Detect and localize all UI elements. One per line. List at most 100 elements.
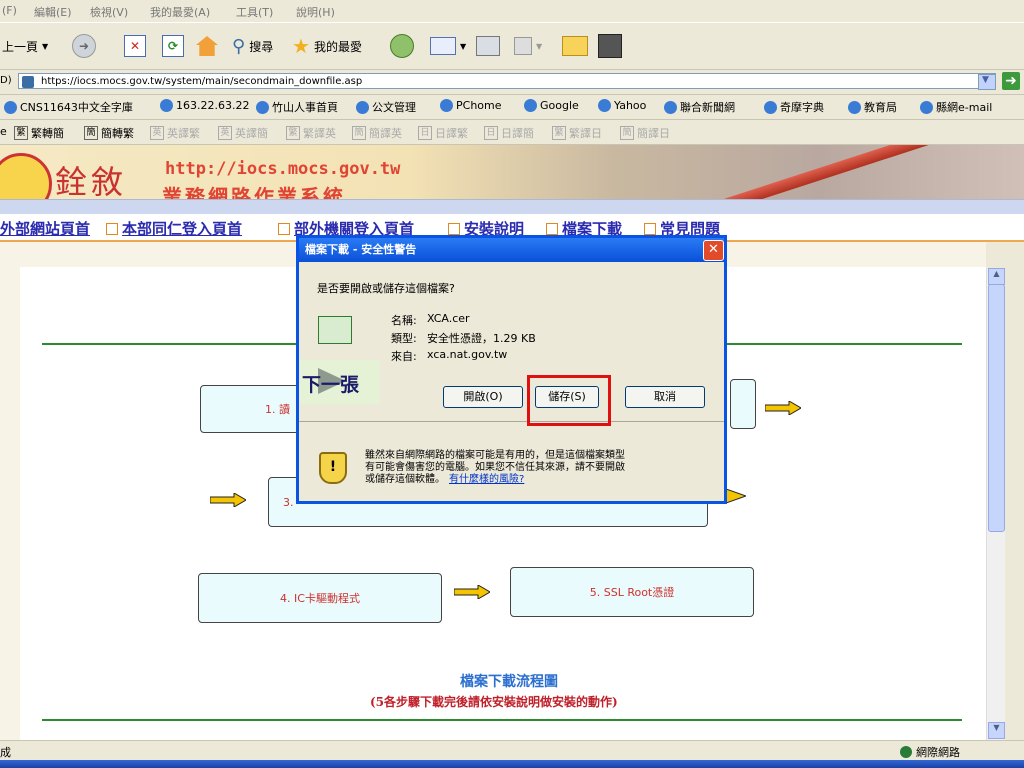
go-button[interactable]: ➜ <box>1002 72 1020 90</box>
translate-simp-to-jp[interactable]: 簡簡譯日 <box>620 125 670 141</box>
research-button[interactable] <box>598 33 622 59</box>
menu-edit[interactable]: 編輯(E) <box>34 4 72 20</box>
flow-subtitle: (5各步驟下載完後請依安裝說明做安裝的動作) <box>370 695 618 709</box>
address-bar: D) https://iocs.mocs.gov.tw/system/main/… <box>0 70 1024 95</box>
forward-button[interactable]: ➜ <box>72 33 96 59</box>
mail-button[interactable]: ▼ <box>430 33 466 59</box>
link-yahoo[interactable]: Yahoo <box>598 99 646 112</box>
globe-icon <box>900 746 912 758</box>
translate-jp-to-trad[interactable]: 日日譯繁 <box>418 125 468 141</box>
translate-trad-to-en[interactable]: 繁繁譯英 <box>286 125 336 141</box>
link-dictionary[interactable]: 奇摩字典 <box>764 99 824 115</box>
scroll-up-icon[interactable]: ▲ <box>988 268 1005 285</box>
link-zhushan[interactable]: 竹山人事首頁 <box>256 99 338 115</box>
flow-arrow-right <box>764 400 802 416</box>
history-button[interactable] <box>390 33 414 59</box>
link-pchome[interactable]: PChome <box>440 99 502 112</box>
search-label: 搜尋 <box>249 39 274 54</box>
link-label: 公文管理 <box>372 101 416 114</box>
history-icon <box>390 34 414 58</box>
translate-label: 日譯繁 <box>435 127 468 140</box>
stop-button[interactable]: ✕ <box>124 33 146 59</box>
flow-step-4[interactable]: 4. IC卡驅動程式 <box>198 573 442 623</box>
ie-page-icon <box>598 99 611 112</box>
translate-en-to-trad[interactable]: 英英譯繁 <box>150 125 200 141</box>
menu-favorites[interactable]: 我的最愛(A) <box>150 4 210 20</box>
folder-icon <box>562 36 588 56</box>
favorites-button[interactable]: ★ 我的最愛 <box>292 33 362 59</box>
menu-view[interactable]: 檢視(V) <box>90 4 128 20</box>
flow-arrow-right <box>453 584 491 600</box>
taskbar <box>0 760 1024 768</box>
close-icon: ✕ <box>708 242 719 257</box>
translate-label: 簡譯英 <box>369 127 402 140</box>
translate-trad-to-jp[interactable]: 繁繁譯日 <box>552 125 602 141</box>
dialog-title: 檔案下載 - 安全性警告 <box>299 238 724 262</box>
menu-help[interactable]: 說明(H) <box>296 4 335 20</box>
risk-link[interactable]: 有什麼樣的風險? <box>449 470 524 485</box>
print-icon <box>476 36 500 56</box>
ie-page-icon <box>524 99 537 112</box>
ie-page-icon <box>764 100 777 114</box>
link-cns[interactable]: CNS11643中文全字庫 <box>4 99 133 115</box>
flow-arrow-right <box>209 492 247 508</box>
link-county-mail[interactable]: 縣網e-mail <box>920 99 992 115</box>
refresh-button[interactable]: ⟳ <box>162 33 184 59</box>
open-button[interactable]: 開啟(O) <box>443 386 523 408</box>
translate-jp-to-simp[interactable]: 日日譯簡 <box>484 125 534 141</box>
translate-simp-to-trad[interactable]: 簡簡轉繁 <box>84 125 134 141</box>
nav-external-home[interactable]: 外部網站頁首 <box>0 218 90 239</box>
edit-button[interactable]: ▼ <box>514 33 542 59</box>
back-button[interactable]: 上一頁 ▼ <box>2 33 48 59</box>
site-logo <box>0 153 52 203</box>
translate-icon: 日 <box>484 126 498 140</box>
link-ip[interactable]: 163.22.63.22 <box>160 99 249 112</box>
favorites-label: 我的最愛 <box>313 39 362 54</box>
flow-arrow-right <box>725 488 762 504</box>
nav-bullet-icon <box>644 223 656 235</box>
link-label: PChome <box>456 99 502 112</box>
link-google[interactable]: Google <box>524 99 579 112</box>
link-label: 縣網e-mail <box>936 101 993 114</box>
banner-title: 銓敘 <box>55 163 128 201</box>
translate-label: 繁譯日 <box>569 127 602 140</box>
link-udn[interactable]: 聯合新聞網 <box>664 99 735 115</box>
translate-simp-to-en[interactable]: 簡簡譯英 <box>352 125 402 141</box>
scroll-thumb[interactable] <box>988 284 1005 532</box>
cancel-button[interactable]: 取消 <box>625 386 705 408</box>
warning-line-3-text: 或儲存這個軟體。 <box>365 474 445 485</box>
name-value: XCA.cer <box>427 312 470 325</box>
menu-file[interactable]: (F) <box>2 4 17 17</box>
print-button[interactable] <box>476 33 500 59</box>
edit-icon <box>514 37 532 55</box>
flow-step-1[interactable]: 1. 讀 <box>200 385 310 433</box>
link-label: 教育局 <box>864 101 897 114</box>
ie-page-icon <box>440 99 453 112</box>
status-zone: 網際網路 <box>900 744 960 760</box>
next-slide-button[interactable]: 下一張 <box>300 360 380 404</box>
folder-button[interactable] <box>562 33 588 59</box>
address-input[interactable]: https://iocs.mocs.gov.tw/system/main/sec… <box>18 73 996 89</box>
translate-label: 繁轉簡 <box>31 127 64 140</box>
link-education[interactable]: 教育局 <box>848 99 897 115</box>
translate-icon: 繁 <box>552 126 566 140</box>
go-arrow-icon: ➜ <box>1005 73 1017 89</box>
menu-bar: (F) 編輯(E) 檢視(V) 我的最愛(A) 工具(T) 說明(H) <box>0 0 1024 23</box>
frame-horizontal-scrollbar[interactable] <box>0 199 1024 214</box>
home-button[interactable] <box>196 33 218 59</box>
warning-line-3: 或儲存這個軟體。 有什麼樣的風險? <box>365 470 524 485</box>
translate-icon: 日 <box>418 126 432 140</box>
address-dropdown[interactable]: ▼ <box>978 74 996 90</box>
translate-trad-to-simp[interactable]: 繁繁轉簡 <box>14 125 64 141</box>
scroll-down-icon[interactable]: ▼ <box>988 722 1005 739</box>
page-icon <box>22 76 34 88</box>
menu-tools[interactable]: 工具(T) <box>236 4 273 20</box>
nav-staff-login[interactable]: 本部同仁登入頁首 <box>122 218 242 239</box>
search-button[interactable]: ⚲ 搜尋 <box>232 33 273 59</box>
link-docs[interactable]: 公文管理 <box>356 99 416 115</box>
close-button[interactable]: ✕ <box>703 240 724 261</box>
home-icon <box>196 36 218 56</box>
flow-step-5[interactable]: 5. SSL Root憑證 <box>510 567 754 617</box>
vertical-scrollbar[interactable]: ▲ ▼ <box>986 268 1005 740</box>
translate-en-to-simp[interactable]: 英英譯簡 <box>218 125 268 141</box>
